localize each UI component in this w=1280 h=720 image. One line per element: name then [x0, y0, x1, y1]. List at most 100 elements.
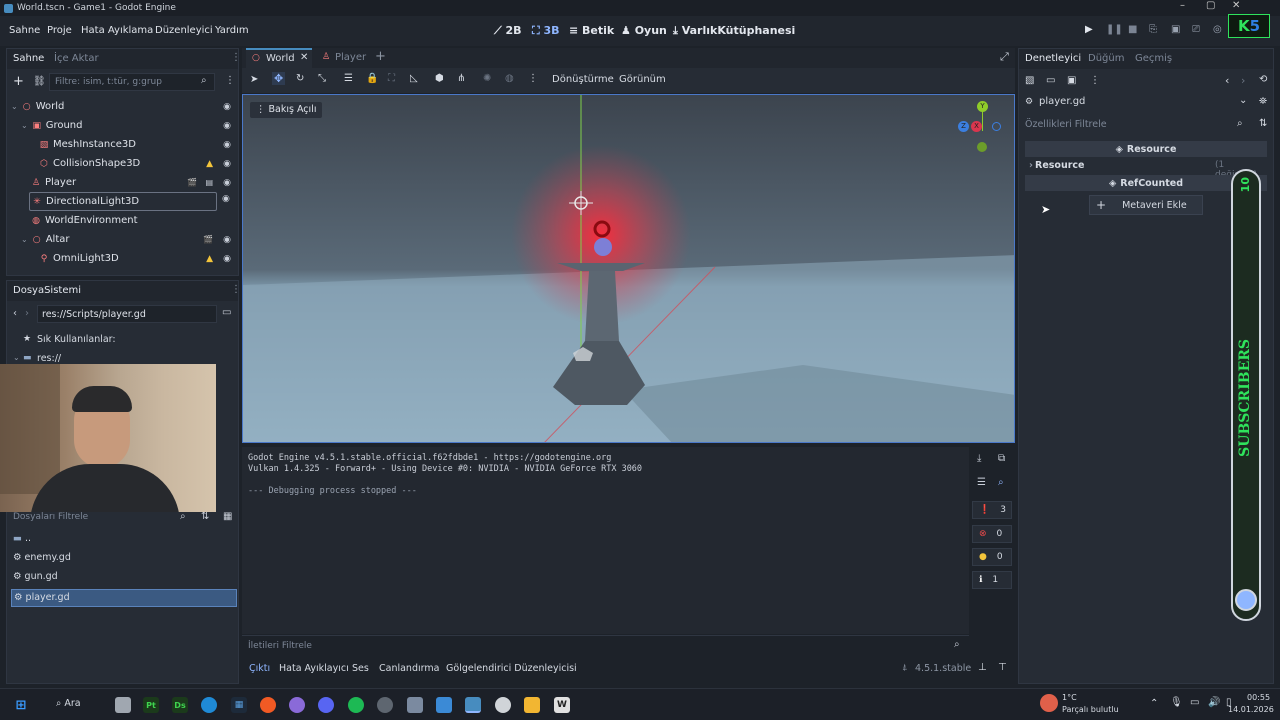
calculator-icon[interactable]: ▦: [231, 697, 247, 713]
message-filter-input[interactable]: İletileri Filtrele ⌕: [242, 635, 969, 655]
add-node-icon[interactable]: +: [13, 74, 24, 89]
proton-icon[interactable]: [289, 697, 305, 713]
spotify-icon[interactable]: [348, 697, 364, 713]
open-folder-icon[interactable]: ▭: [1046, 75, 1055, 86]
tree-node-player[interactable]: ♙ Player 🎬 ▤ ◉: [7, 173, 235, 192]
property-filter-input[interactable]: Özellikleri Filtrele: [1025, 119, 1107, 130]
chevron-down-icon[interactable]: ⌄: [1239, 95, 1247, 106]
gizmo-z[interactable]: Z: [958, 121, 969, 132]
clock-date[interactable]: 14.01.2026: [1228, 705, 1274, 714]
tab-animation[interactable]: Canlandırma: [379, 663, 439, 674]
minimize-icon[interactable]: –: [1180, 0, 1185, 11]
brave-icon[interactable]: [260, 697, 276, 713]
tab-import[interactable]: İçe Aktar: [54, 53, 99, 64]
warning-icon[interactable]: ▲: [206, 159, 213, 169]
group-icon[interactable]: ⛶: [388, 73, 395, 84]
rotate-tool-icon[interactable]: ↻: [296, 73, 304, 84]
extra-options-icon[interactable]: ⋮: [1090, 75, 1100, 86]
main-assetlib-button[interactable]: ⤓ VarlıkKütüphanesi: [673, 24, 795, 38]
menu-project[interactable]: Proje: [47, 25, 72, 36]
back-icon[interactable]: ‹: [13, 308, 17, 319]
pause-icon[interactable]: ❚❚: [1106, 24, 1123, 35]
tree-node-worldenvironment[interactable]: ◍ WorldEnvironment: [7, 211, 235, 230]
lock-icon[interactable]: 🔒: [366, 73, 378, 84]
list-item[interactable]: ⚙ gun.gd: [13, 571, 235, 589]
chatgpt-icon[interactable]: [495, 697, 511, 713]
script-attached-icon[interactable]: ▤: [205, 178, 213, 187]
view-menu[interactable]: Görünüm: [619, 74, 666, 85]
gizmo-x[interactable]: X: [971, 121, 982, 132]
view-gizmo[interactable]: Y X Z: [955, 101, 1009, 159]
visibility-eye-icon[interactable]: ◉: [223, 102, 231, 112]
close-tab-icon[interactable]: ✕: [300, 52, 308, 63]
distraction-free-icon[interactable]: ⤢: [1000, 50, 1009, 64]
close-window-icon[interactable]: ✕: [1232, 0, 1240, 11]
filter-errors-toggle[interactable]: ⊗ 0: [972, 525, 1012, 543]
perspective-menu[interactable]: ⋮ Bakış Açılı: [250, 102, 323, 118]
tab-inspector[interactable]: Denetleyici: [1025, 53, 1081, 64]
folder-icon[interactable]: [524, 697, 540, 713]
object-selector[interactable]: player.gd: [1039, 96, 1085, 107]
main-2d-button[interactable]: ⟋ 2B: [494, 24, 522, 38]
remote-debug-icon[interactable]: ⎘: [1149, 24, 1157, 35]
instance-icon[interactable]: 🎬: [203, 235, 213, 244]
menu-scene[interactable]: Sahne: [9, 25, 40, 36]
search-icon[interactable]: ⌕: [998, 477, 1004, 488]
tab-debugger[interactable]: Hata Ayıklayıcı: [279, 663, 349, 674]
pin-icon[interactable]: ⊥: [978, 662, 987, 673]
snap-icon[interactable]: ⋔: [457, 73, 465, 84]
path-field[interactable]: res://Scripts/player.gd: [37, 305, 217, 323]
save-icon[interactable]: ▣: [1067, 75, 1076, 86]
volume-icon[interactable]: 🔊: [1208, 697, 1220, 708]
tab-output[interactable]: Çıktı: [249, 663, 270, 674]
github-icon[interactable]: [377, 697, 393, 713]
list-item[interactable]: ⚙ enemy.gd: [13, 552, 235, 570]
dock-menu-icon[interactable]: ⋮: [231, 284, 241, 295]
blender-icon[interactable]: [407, 697, 423, 713]
local-space-icon[interactable]: ⬢: [435, 73, 444, 84]
clear-icon[interactable]: ☰: [977, 477, 986, 488]
preview-options-icon[interactable]: ⋮: [528, 73, 538, 84]
filter-options-icon[interactable]: ⇅: [1259, 118, 1267, 129]
visibility-eye-icon[interactable]: ◉: [223, 178, 231, 188]
tab-history[interactable]: Geçmiş: [1135, 53, 1172, 64]
link-icon[interactable]: ⛓: [33, 76, 46, 87]
filter-all-toggle[interactable]: ❗ 3: [972, 501, 1012, 519]
new-resource-icon[interactable]: ▧: [1025, 75, 1034, 86]
edge-icon[interactable]: [201, 697, 217, 713]
tab-node[interactable]: Düğüm: [1088, 53, 1124, 64]
visibility-eye-icon[interactable]: ◉: [223, 121, 231, 131]
add-tab-icon[interactable]: +: [375, 49, 386, 64]
menu-editor[interactable]: Düzenleyici: [155, 25, 213, 36]
tree-node-meshinstance[interactable]: ▧ MeshInstance3D ◉: [7, 135, 235, 154]
play-scene-icon[interactable]: ▣: [1171, 24, 1180, 35]
pt-app-icon[interactable]: Pt: [143, 697, 159, 713]
play-custom-icon[interactable]: ⎚: [1192, 24, 1200, 35]
save-log-icon[interactable]: ⤓: [977, 453, 981, 464]
sun-preview-icon[interactable]: ✺: [483, 73, 491, 84]
grid-view-icon[interactable]: ▦: [223, 511, 232, 522]
history-back-icon[interactable]: ‹: [1225, 74, 1229, 87]
tree-node-altar[interactable]: ⌄ ○ Altar 🎬 ◉: [7, 230, 235, 249]
photos-icon[interactable]: [436, 697, 452, 713]
tree-node-omnilight[interactable]: ⚲ OmniLight3D ▲ ◉: [7, 249, 235, 268]
list-item[interactable]: ⚙ player.gd: [11, 589, 237, 607]
chevron-up-icon[interactable]: ⌃: [1150, 698, 1158, 709]
select-tool-icon[interactable]: ➤: [250, 74, 258, 85]
windows-start-icon[interactable]: ⊞: [13, 697, 29, 713]
visibility-eye-icon[interactable]: ◉: [223, 140, 231, 150]
play-icon[interactable]: ▶: [1085, 24, 1093, 35]
3d-viewport[interactable]: ⋮ Bakış Açılı Y X Z: [242, 94, 1015, 443]
wacom-icon[interactable]: W: [554, 697, 570, 713]
visibility-eye-icon[interactable]: ◉: [223, 159, 231, 169]
ruler-icon[interactable]: ◺: [410, 73, 418, 84]
menu-debug[interactable]: Hata Ayıklama: [81, 25, 153, 36]
dock-menu-icon[interactable]: ⋮: [231, 52, 241, 63]
transform-menu[interactable]: Dönüştürme: [552, 74, 614, 85]
warning-icon[interactable]: ▲: [206, 254, 213, 264]
environment-preview-icon[interactable]: ◍: [505, 73, 514, 84]
resource-group[interactable]: › Resource (1 değişme): [1025, 159, 1267, 180]
tree-node-world[interactable]: ⌄ ○ World ◉: [7, 97, 235, 116]
object-tools-icon[interactable]: ⛯: [1259, 96, 1267, 107]
tab-world[interactable]: ○ World ✕: [246, 48, 312, 68]
